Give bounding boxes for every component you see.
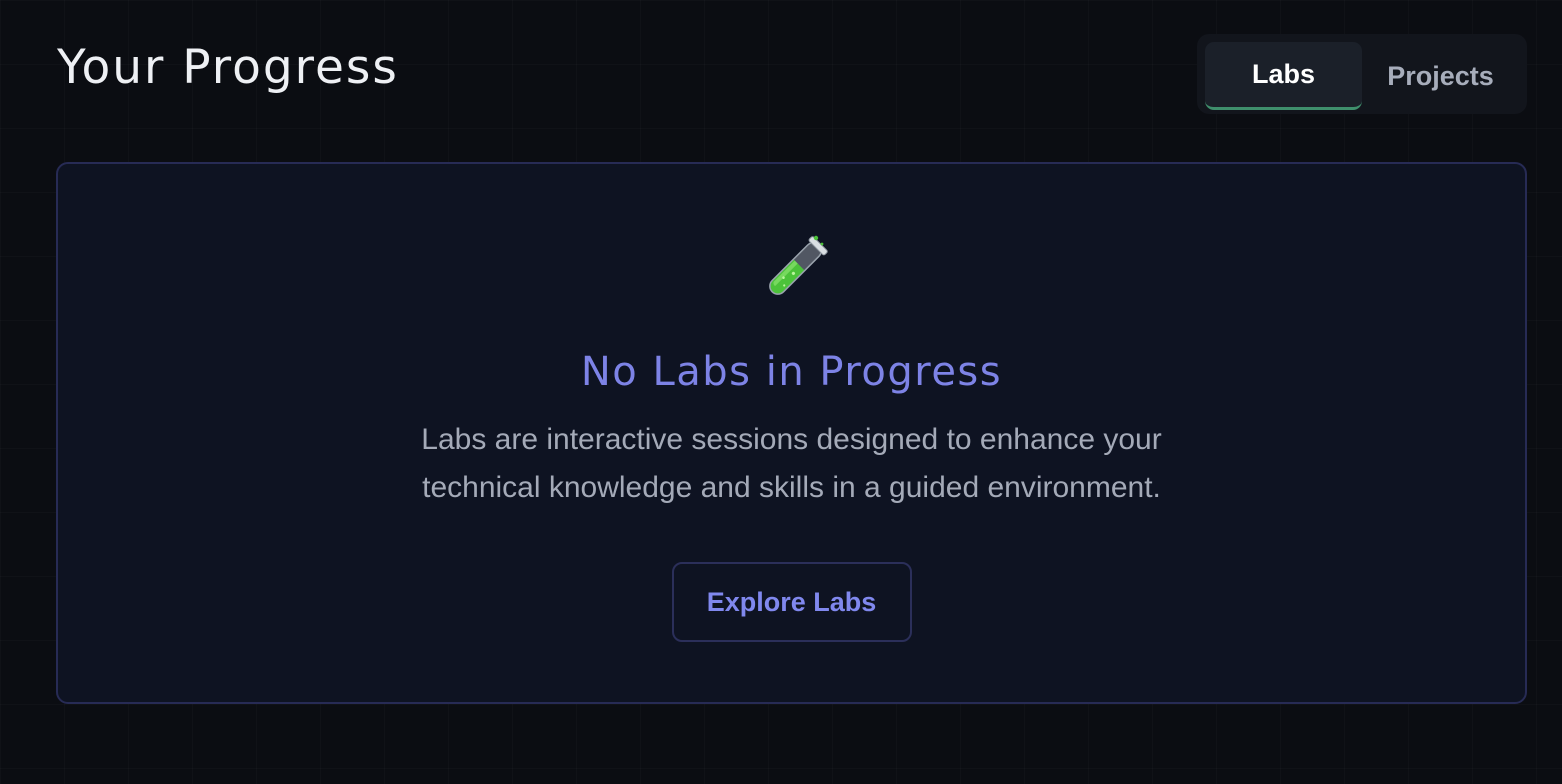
page-title: Your Progress [57,40,399,95]
tab-projects[interactable]: Projects [1362,42,1519,110]
explore-labs-button[interactable]: Explore Labs [671,562,912,642]
empty-state-title: No Labs in Progress [580,349,1003,395]
progress-tabs: Labs Projects [1197,34,1527,114]
test-tube-icon [752,232,832,312]
empty-state-description: Labs are interactive sessions designed t… [421,423,1162,504]
empty-state-card: No Labs in Progress Labs are interactive… [56,162,1527,704]
tab-labs[interactable]: Labs [1205,42,1362,110]
progress-page: Your Progress Labs Projects No Labs in P… [0,0,1562,784]
